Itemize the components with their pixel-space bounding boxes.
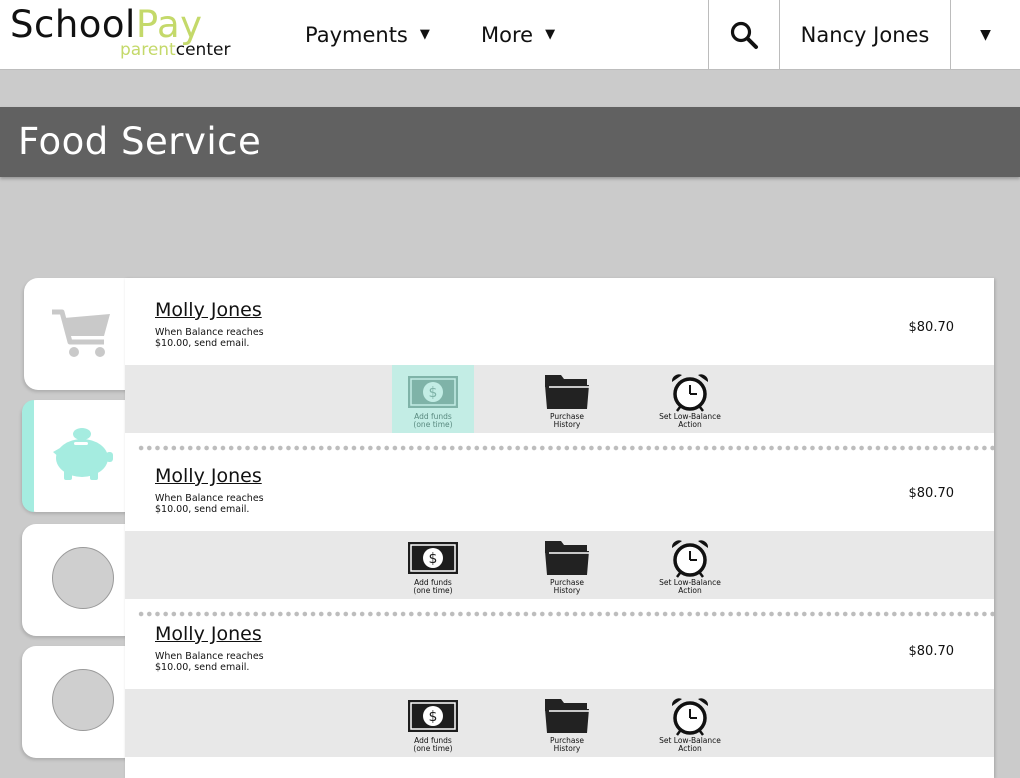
- set-low-balance-button[interactable]: Set Low-Balance Action: [645, 531, 735, 599]
- folder-icon: [545, 699, 589, 733]
- sidebar-tab-food-service[interactable]: [22, 400, 132, 512]
- schoolpay-logo[interactable]: SchoolPay parentcenter: [10, 4, 240, 64]
- add-funds-label: Add funds (one time): [413, 578, 453, 595]
- set-low-balance-button[interactable]: Set Low-Balance Action: [645, 365, 735, 433]
- purchase-history-button[interactable]: Purchase History: [525, 689, 609, 757]
- sidebar-tab-4[interactable]: [22, 646, 132, 758]
- add-funds-button[interactable]: $ Add funds (one time): [392, 531, 474, 599]
- svg-text:$: $: [429, 385, 438, 401]
- student-name-link[interactable]: Molly Jones: [155, 298, 262, 322]
- student-actions-bar: $ Add funds (one time) Purchase History Se…: [125, 531, 994, 599]
- search-button[interactable]: [709, 0, 779, 69]
- alarm-clock-icon: [671, 540, 709, 578]
- nav-more-label: More: [481, 22, 534, 47]
- account-balance: $80.70: [908, 320, 955, 335]
- purchase-history-label: Purchase History: [549, 412, 585, 429]
- placeholder-circle-icon: [52, 547, 114, 609]
- nav-more-menu[interactable]: More ▼: [481, 0, 555, 69]
- chevron-down-icon: ▼: [980, 26, 991, 43]
- dollar-bill-icon: $: [408, 376, 458, 408]
- top-navigation-bar: SchoolPay parentcenter Payments ▼ More ▼…: [0, 0, 1020, 70]
- purchase-history-label: Purchase History: [549, 736, 585, 753]
- student-actions-bar: $ Add funds (one time) Purchase History Se…: [125, 689, 994, 757]
- set-low-balance-label: Set Low-Balance Action: [659, 412, 721, 429]
- purchase-history-button[interactable]: Purchase History: [525, 531, 609, 599]
- set-low-balance-label: Set Low-Balance Action: [659, 736, 721, 753]
- user-name[interactable]: Nancy Jones: [780, 0, 950, 69]
- svg-text:$: $: [429, 551, 438, 567]
- low-balance-alert-text: When Balance reaches $10.00, send email.: [155, 651, 264, 673]
- student-card-header: Molly Jones When Balance reaches $10.00,…: [125, 444, 994, 531]
- svg-text:$: $: [429, 709, 438, 725]
- search-icon: [730, 21, 758, 49]
- folder-icon: [545, 541, 589, 575]
- student-accounts-panel: Molly Jones When Balance reaches $10.00,…: [125, 278, 994, 778]
- student-actions-bar: $ Add funds (one time) Purchase History Se…: [125, 365, 994, 433]
- add-funds-label: Add funds (one time): [413, 412, 453, 429]
- set-low-balance-button[interactable]: Set Low-Balance Action: [645, 689, 735, 757]
- shopping-cart-icon: [52, 309, 110, 357]
- placeholder-circle-icon: [52, 669, 114, 731]
- student-name-link[interactable]: Molly Jones: [155, 464, 262, 488]
- chevron-down-icon: ▼: [545, 27, 556, 42]
- dollar-bill-icon: $: [408, 542, 458, 574]
- nav-payments-menu[interactable]: Payments ▼: [305, 0, 430, 69]
- sidebar-tab-shopping[interactable]: [24, 278, 134, 390]
- purchase-history-button[interactable]: Purchase History: [525, 365, 609, 433]
- page-title-bar: Food Service: [0, 107, 1020, 177]
- add-funds-label: Add funds (one time): [413, 736, 453, 753]
- purchase-history-label: Purchase History: [549, 578, 585, 595]
- alarm-clock-icon: [671, 698, 709, 736]
- add-funds-button[interactable]: $ Add funds (one time): [392, 689, 474, 757]
- add-funds-button[interactable]: $ Add funds (one time): [392, 365, 474, 433]
- set-low-balance-label: Set Low-Balance Action: [659, 578, 721, 595]
- alarm-clock-icon: [671, 374, 709, 412]
- chevron-down-icon: ▼: [419, 27, 430, 42]
- nav-payments-label: Payments: [305, 22, 408, 47]
- student-card-header: Molly Jones When Balance reaches $10.00,…: [125, 278, 994, 365]
- student-name-link[interactable]: Molly Jones: [155, 622, 262, 646]
- account-balance: $80.70: [908, 644, 955, 659]
- account-balance: $80.70: [908, 486, 955, 501]
- folder-icon: [545, 375, 589, 409]
- student-card-header: Molly Jones When Balance reaches $10.00,…: [125, 602, 994, 689]
- page-title: Food Service: [18, 120, 262, 163]
- piggy-bank-icon: [53, 428, 113, 480]
- sidebar-tab-3[interactable]: [22, 524, 132, 636]
- dollar-bill-icon: $: [408, 700, 458, 732]
- low-balance-alert-text: When Balance reaches $10.00, send email.: [155, 493, 264, 515]
- logo-subtitle: parentcenter: [120, 40, 231, 60]
- low-balance-alert-text: When Balance reaches $10.00, send email.: [155, 327, 264, 349]
- user-menu-toggle[interactable]: ▼: [951, 0, 1020, 69]
